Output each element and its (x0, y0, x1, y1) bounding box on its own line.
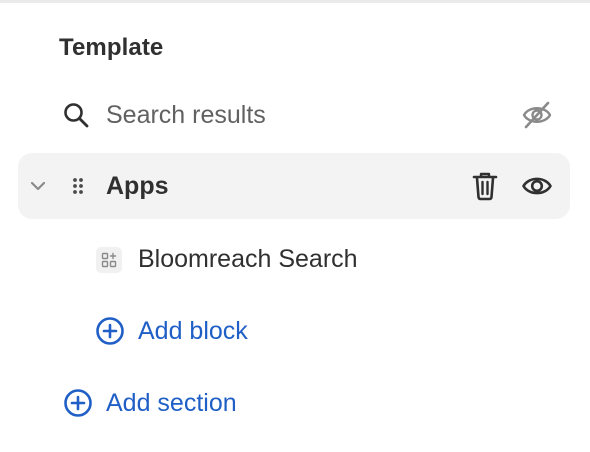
eye-off-icon[interactable] (521, 100, 553, 130)
section-heading: Template (59, 34, 164, 61)
plus-circle-icon (95, 316, 125, 346)
drag-handle-icon[interactable] (71, 177, 85, 195)
add-block-button[interactable]: Add block (18, 298, 570, 364)
section-label: Search results (106, 100, 266, 129)
app-block-bloomreach-search[interactable]: Bloomreach Search (18, 226, 570, 292)
add-section-label: Add section (106, 388, 237, 417)
template-panel: Template Search results Apps Bloomreach … (0, 0, 590, 452)
template-section-search-results[interactable]: Search results (18, 82, 570, 148)
search-icon (62, 101, 90, 129)
trash-icon[interactable] (472, 171, 498, 201)
add-section-button[interactable]: Add section (18, 370, 570, 436)
top-divider (0, 0, 590, 3)
block-label: Bloomreach Search (138, 244, 358, 273)
section-label: Apps (106, 171, 169, 200)
add-block-label: Add block (138, 316, 248, 345)
plus-circle-icon (63, 388, 93, 418)
template-section-apps[interactable]: Apps (18, 153, 570, 219)
chevron-down-icon[interactable] (29, 177, 47, 195)
eye-icon[interactable] (521, 173, 553, 199)
app-block-icon (96, 247, 122, 273)
